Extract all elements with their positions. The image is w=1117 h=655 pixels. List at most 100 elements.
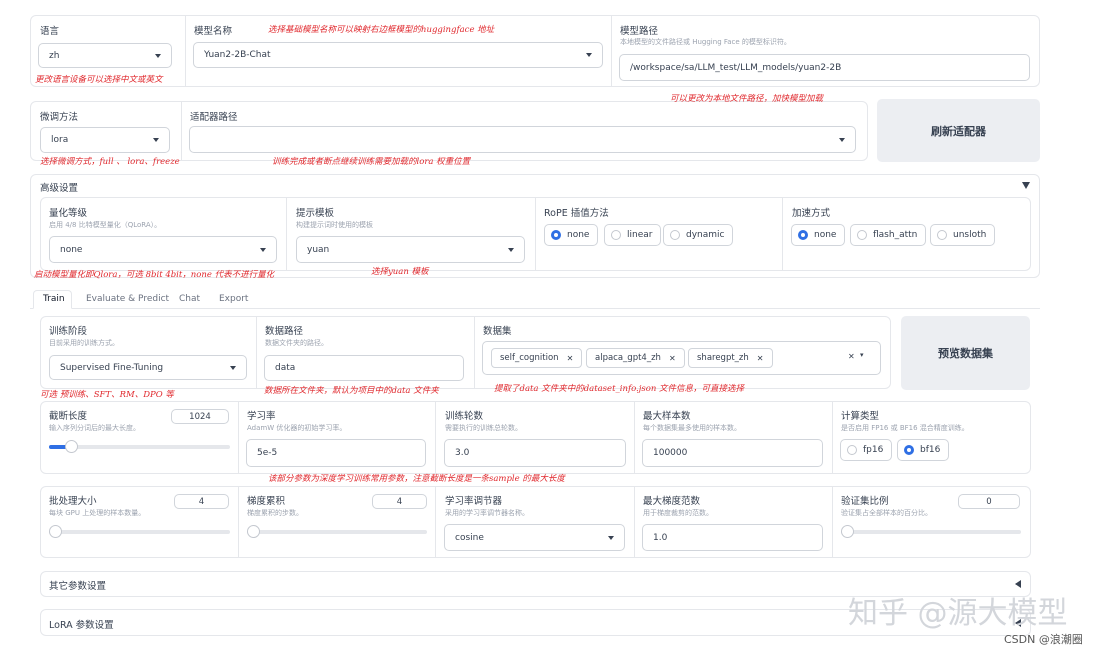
val-size-slider[interactable] — [841, 525, 1021, 538]
grad-accum-slider[interactable] — [247, 525, 427, 538]
max-grad-norm-input[interactable]: 1.0 — [642, 524, 823, 551]
compute-type-description: 是否启用 FP16 或 BF16 混合精度训练。 — [841, 424, 969, 432]
chevron-down-icon — [839, 137, 845, 142]
divider — [832, 402, 833, 473]
data-dir-input[interactable]: data — [264, 355, 464, 381]
training-stage-select[interactable]: Supervised Fine-Tuning — [49, 355, 247, 380]
divider — [181, 102, 182, 160]
compute-type-label: 计算类型 — [841, 411, 880, 422]
slider-handle[interactable] — [247, 525, 260, 538]
close-icon[interactable]: ✕ — [669, 354, 676, 363]
adapter-path-label: 适配器路径 — [190, 112, 238, 123]
refresh-adapter-button[interactable]: 刷新适配器 — [877, 99, 1040, 162]
annotation-finetune-method: 选择微调方式，full 、 lora、freeze — [40, 157, 180, 167]
epochs-label: 训练轮数 — [445, 411, 484, 422]
cutoff-length-number[interactable]: 1024 — [171, 409, 229, 424]
slider-handle[interactable] — [841, 525, 854, 538]
val-size-number[interactable]: 0 — [958, 494, 1020, 509]
divider — [435, 402, 436, 473]
model-path-description: 本地模型的文件路径或 Hugging Face 的模型标识符。 — [620, 38, 791, 46]
cutoff-length-description: 输入序列分词后的最大长度。 — [49, 424, 140, 432]
dataset-label: 数据集 — [483, 326, 512, 337]
language-label: 语言 — [40, 26, 60, 37]
tab-evaluate-predict[interactable]: Evaluate & Predict — [86, 294, 169, 304]
max-samples-label: 最大样本数 — [643, 411, 691, 422]
grad-accum-number[interactable]: 4 — [372, 494, 427, 509]
learning-rate-label: 学习率 — [247, 411, 276, 422]
adapter-path-select[interactable] — [189, 126, 856, 153]
batch-size-number[interactable]: 4 — [174, 494, 229, 509]
template-select[interactable]: yuan — [296, 236, 525, 263]
max-grad-norm-label: 最大梯度范数 — [643, 496, 701, 507]
annotation-training-stage: 可选 预训练、SFT、RM、DPO 等 — [40, 390, 174, 400]
annotation-model-path: 可以更改为本地文件路径，加快模型加载 — [670, 94, 824, 104]
close-icon[interactable]: ✕ — [567, 354, 574, 363]
batch-size-label: 批处理大小 — [49, 496, 97, 507]
expand-triangle-icon[interactable] — [1015, 580, 1021, 588]
compute-option-bf16[interactable]: bf16 — [897, 439, 950, 461]
divider — [185, 16, 186, 86]
preview-dataset-button[interactable]: 预览数据集 — [901, 316, 1030, 390]
learning-rate-description: AdamW 优化器的初始学习率。 — [247, 424, 347, 432]
max-samples-input[interactable]: 100000 — [642, 439, 823, 467]
model-name-select[interactable]: Yuan2-2B-Chat — [193, 42, 603, 68]
accel-option-flash-attn[interactable]: flash_attn — [850, 224, 927, 246]
annotation-dataset: 提取了data 文件夹中的dataset_info.json 文件信息，可直接选… — [494, 384, 745, 394]
rope-option-none[interactable]: none — [544, 224, 599, 246]
divider — [256, 317, 257, 388]
divider — [832, 487, 833, 557]
radio-empty-icon — [611, 230, 621, 240]
val-size-description: 验证集占全部样本的百分比。 — [841, 509, 932, 517]
tab-train[interactable]: Train — [43, 294, 65, 304]
cutoff-length-slider[interactable] — [49, 440, 230, 453]
chevron-down-icon — [260, 247, 266, 252]
rope-option-dynamic[interactable]: dynamic — [663, 224, 734, 246]
rope-option-linear[interactable]: linear — [604, 224, 662, 246]
radio-selected-icon — [551, 230, 561, 240]
chevron-down-icon[interactable]: ▾ — [860, 351, 864, 359]
collapse-triangle-icon[interactable] — [1022, 182, 1030, 189]
divider — [634, 402, 635, 473]
close-icon[interactable]: ✕ — [757, 354, 764, 363]
batch-size-description: 每块 GPU 上处理的样本数量。 — [49, 509, 146, 517]
divider — [238, 487, 239, 557]
chevron-down-icon — [508, 247, 514, 252]
annotation-data-dir: 数据所在文件夹，默认为项目中的data 文件夹 — [264, 386, 439, 396]
annotation-params: 该部分参数为深度学习训练常用参数，注意截断长度是一条sample 的最大长度 — [268, 474, 565, 484]
slider-handle[interactable] — [64, 440, 78, 453]
divider — [435, 487, 436, 557]
radio-empty-icon — [857, 230, 867, 240]
lr-scheduler-select[interactable]: cosine — [444, 524, 625, 551]
cutoff-length-label: 截断长度 — [49, 411, 88, 422]
data-dir-description: 数据文件夹的路径。 — [265, 339, 328, 347]
batch-size-slider[interactable] — [49, 525, 230, 538]
model-path-input[interactable]: /workspace/sa/LLM_test/LLM_models/yuan2-… — [619, 54, 1030, 81]
epochs-input[interactable]: 3.0 — [444, 439, 626, 467]
quantization-label: 量化等级 — [49, 208, 88, 219]
acceleration-label: 加速方式 — [792, 208, 831, 219]
dataset-chip-sharegpt-zh[interactable]: sharegpt_zh ✕ — [688, 348, 773, 368]
template-label: 提示模板 — [296, 208, 335, 219]
finetune-method-select[interactable]: lora — [40, 127, 170, 153]
divider — [634, 487, 635, 557]
chevron-down-icon — [608, 535, 614, 540]
slider-handle[interactable] — [49, 525, 62, 538]
clear-all-icon[interactable]: ✕ — [848, 352, 855, 361]
model-path-label: 模型路径 — [620, 26, 659, 37]
tab-chat[interactable]: Chat — [179, 294, 200, 304]
language-select[interactable]: zh — [38, 43, 172, 68]
dataset-chip-alpaca-gpt4-zh[interactable]: alpaca_gpt4_zh ✕ — [586, 348, 685, 368]
advanced-settings-title: 高级设置 — [40, 183, 79, 194]
chevron-down-icon — [155, 53, 161, 58]
accel-option-none[interactable]: none — [791, 224, 846, 246]
tab-export[interactable]: Export — [219, 294, 248, 304]
rope-label: RoPE 插值方法 — [544, 208, 609, 219]
divider — [238, 402, 239, 473]
compute-option-fp16[interactable]: fp16 — [840, 439, 893, 461]
quantization-select[interactable]: none — [49, 236, 277, 263]
learning-rate-input[interactable]: 5e-5 — [246, 439, 426, 467]
accel-option-unsloth[interactable]: unsloth — [930, 224, 996, 246]
grad-accum-label: 梯度累积 — [247, 496, 286, 507]
dataset-chip-self-cognition[interactable]: self_cognition ✕ — [491, 348, 583, 368]
grad-accum-description: 梯度累积的步数。 — [247, 509, 303, 517]
